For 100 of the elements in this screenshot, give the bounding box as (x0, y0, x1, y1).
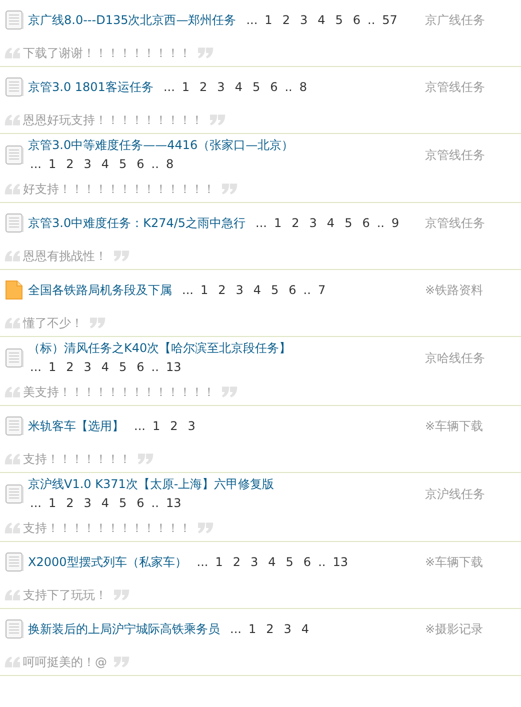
page-link[interactable]: 1 (176, 78, 195, 96)
open-quote-icon (3, 654, 21, 670)
ellipsis: .. (376, 214, 386, 232)
page-link[interactable]: 4 (322, 214, 340, 232)
page-link[interactable]: 5 (247, 78, 266, 96)
page-link[interactable]: 6 (357, 214, 375, 232)
page-link[interactable]: 4 (312, 10, 330, 30)
page-link[interactable]: 3 (78, 494, 96, 513)
thread-title-link[interactable]: 京广线8.0---D135次北京西—郑州任务 (28, 10, 236, 30)
page-link[interactable]: 7 (312, 280, 331, 300)
comment-text: 呵呵挺美的！@ (23, 654, 107, 670)
document-icon (4, 144, 24, 166)
thread-title-link[interactable]: 全国各铁路局机务段及下属 (28, 280, 172, 300)
document-icon (4, 618, 24, 640)
page-link[interactable]: 2 (61, 358, 79, 377)
page-link[interactable]: 8 (160, 155, 179, 174)
page-link[interactable]: 2 (61, 494, 79, 513)
category-label: 京广线任务 (425, 12, 486, 28)
page-link[interactable]: 5 (266, 280, 284, 300)
close-quote-icon (137, 451, 155, 467)
page-link[interactable]: 4 (230, 78, 248, 96)
page-link[interactable]: 2 (286, 214, 304, 232)
page-link[interactable]: 3 (212, 78, 230, 96)
page-link[interactable]: 4 (248, 280, 266, 300)
page-link[interactable]: 4 (96, 155, 114, 174)
ellipsis: ... (196, 554, 210, 570)
page-link[interactable]: 6 (265, 78, 283, 96)
page-link[interactable]: 3 (230, 280, 248, 300)
page-link[interactable]: 3 (78, 358, 96, 377)
page-link[interactable]: 2 (213, 280, 231, 300)
page-link[interactable]: 2 (165, 416, 183, 436)
category-label: ※摄影记录 (425, 620, 484, 638)
thread-title-link[interactable]: 京管3.0 1801客运任务 (28, 78, 154, 96)
page-link[interactable]: 3 (246, 552, 264, 572)
thread-title-link[interactable]: 京沪线V1.0 K371次【太原-上海】六甲修复版 (28, 475, 274, 494)
thread-title-link[interactable]: （标）清风任务之K40次【哈尔滨至北京段任务】 (28, 339, 292, 358)
comment-text: 恩恩有挑战性！ (23, 248, 107, 264)
page-link[interactable]: 3 (278, 620, 296, 638)
page-link[interactable]: 3 (182, 416, 200, 436)
thread-title-link[interactable]: 米轨客车【选用】 (28, 416, 124, 436)
page-link[interactable]: 5 (114, 155, 132, 174)
close-quote-icon (221, 384, 239, 400)
page-link[interactable]: 1 (243, 620, 262, 638)
page-link[interactable]: 1 (195, 280, 214, 300)
page-link[interactable]: 3 (294, 10, 313, 30)
close-quote-icon (113, 654, 131, 670)
ellipsis: ... (133, 418, 146, 434)
page-link[interactable]: 1 (260, 10, 278, 30)
page-link[interactable]: 1 (147, 416, 166, 436)
ellipsis: ... (181, 282, 194, 298)
page-link[interactable]: 3 (304, 214, 322, 232)
category-label: ※车辆下载 (425, 554, 484, 570)
page-link[interactable]: 8 (294, 78, 312, 96)
ellipsis: .. (150, 495, 160, 512)
page-link[interactable]: 2 (228, 552, 246, 572)
page-link[interactable]: 9 (386, 214, 404, 232)
page-link[interactable]: 3 (78, 155, 96, 174)
page-link[interactable]: 4 (263, 552, 281, 572)
page-link[interactable]: 6 (284, 280, 302, 300)
document-icon (4, 484, 24, 504)
page-link[interactable]: 2 (277, 10, 295, 30)
page-link[interactable]: 1 (43, 155, 62, 174)
category-label: 京管线任务 (425, 214, 486, 232)
thread-title-link[interactable]: 京管3.0中难度任务：K274/5之雨中急行 (28, 214, 246, 232)
page-link[interactable]: 6 (348, 10, 366, 30)
page-link[interactable]: 4 (96, 358, 114, 377)
page-link[interactable]: 1 (43, 494, 62, 513)
page-link[interactable]: 4 (296, 620, 314, 638)
page-link[interactable]: 5 (114, 358, 132, 377)
page-link[interactable]: 1 (43, 358, 62, 377)
open-quote-icon (3, 520, 21, 536)
ellipsis: .. (150, 156, 160, 173)
comment-text: 支持下了玩玩！ (23, 586, 107, 604)
page-link[interactable]: 13 (160, 358, 186, 377)
category-label: 京管线任务 (425, 78, 486, 96)
document-icon (4, 552, 24, 572)
page-link[interactable]: 2 (261, 620, 279, 638)
page-link[interactable]: 4 (96, 494, 114, 513)
open-quote-icon (3, 181, 21, 197)
page-link[interactable]: 6 (298, 552, 316, 572)
page-link[interactable]: 57 (377, 10, 402, 30)
page-link[interactable]: 5 (330, 10, 348, 30)
page-link[interactable]: 5 (340, 214, 358, 232)
page-link[interactable]: 5 (114, 494, 132, 513)
thread-title-link[interactable]: 京管3.0中等难度任务——4416（张家口—北京） (28, 136, 294, 155)
page-link[interactable]: 6 (132, 155, 150, 174)
thread-title-link[interactable]: X2000型摆式列车（私家车） (28, 552, 187, 572)
page-link[interactable]: 6 (132, 358, 150, 377)
page-link[interactable]: 5 (280, 552, 298, 572)
page-link[interactable]: 1 (269, 214, 287, 232)
page-link[interactable]: 13 (328, 552, 353, 572)
document-icon (4, 10, 24, 30)
file-icon (5, 280, 23, 300)
page-link[interactable]: 2 (61, 155, 79, 174)
page-link[interactable]: 13 (160, 494, 186, 513)
page-link[interactable]: 6 (132, 494, 150, 513)
page-link[interactable]: 2 (194, 78, 212, 96)
page-link[interactable]: 1 (210, 552, 228, 572)
thread-title-link[interactable]: 换新装后的上局沪宁城际高铁乘务员 (28, 620, 220, 638)
close-quote-icon (197, 45, 215, 61)
